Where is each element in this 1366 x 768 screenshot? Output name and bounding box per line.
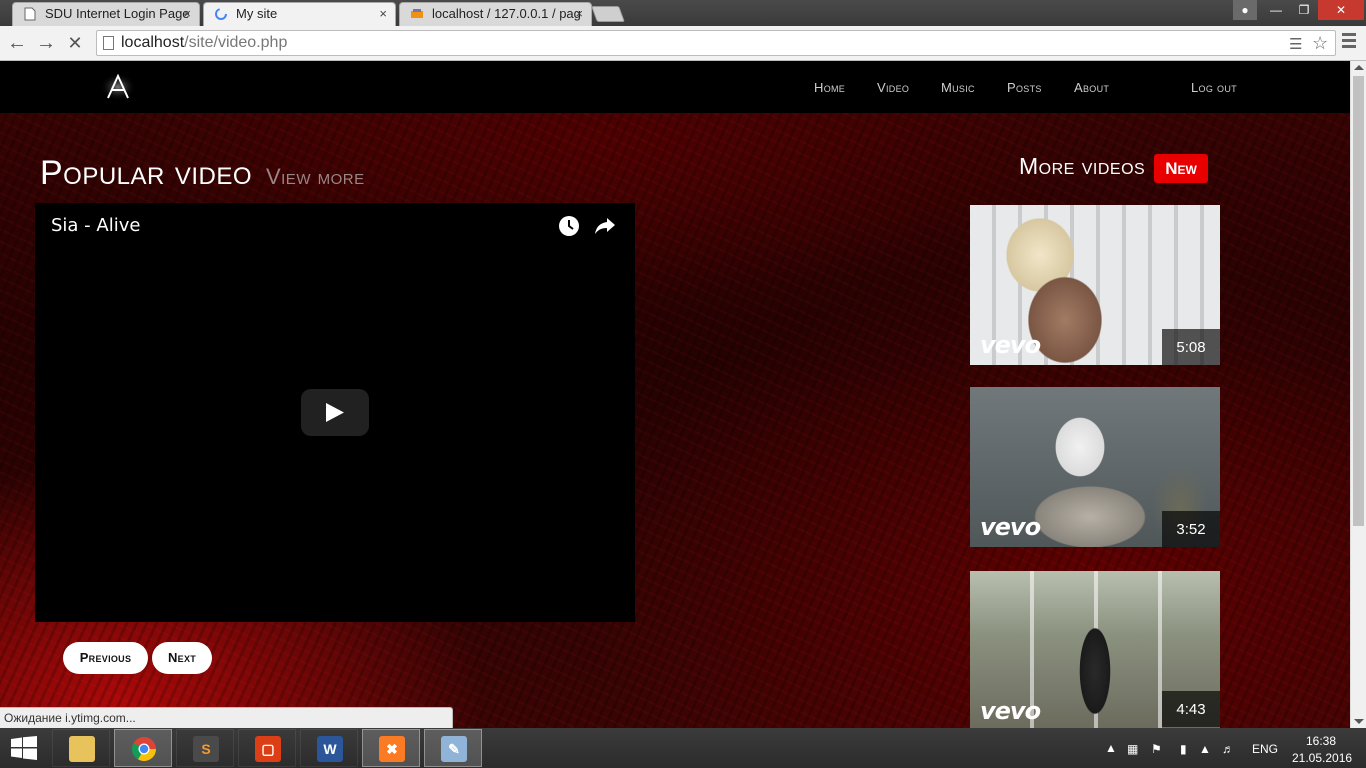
close-icon[interactable]: ×: [183, 3, 191, 25]
taskbar-file-explorer[interactable]: [52, 729, 110, 767]
share-icon[interactable]: [594, 216, 616, 236]
chrome-icon: [131, 737, 156, 762]
close-icon[interactable]: ×: [379, 3, 387, 25]
taskbar-word[interactable]: W: [300, 729, 358, 767]
nav-video[interactable]: Video: [877, 80, 909, 95]
word-icon: W: [317, 736, 343, 762]
watch-later-icon[interactable]: [558, 215, 580, 237]
page-title: Popular video View more: [40, 154, 365, 193]
windows-flag-tray-icon[interactable]: ▦: [1127, 742, 1138, 756]
folder-icon: [69, 736, 95, 762]
clock-time[interactable]: 16:38: [1306, 734, 1336, 748]
nav-logout[interactable]: Log out: [1191, 80, 1237, 95]
play-button[interactable]: [301, 389, 369, 436]
tab-label: My site: [236, 6, 278, 21]
scroll-up-icon[interactable]: [1354, 65, 1364, 70]
previous-button[interactable]: Previous: [63, 642, 148, 674]
paint-icon: ✎: [441, 736, 467, 762]
vevo-logo: vevo: [980, 513, 1041, 541]
loading-spinner-icon: [215, 8, 227, 20]
video-thumbnail[interactable]: vevo 3:52: [970, 387, 1220, 547]
url-bar[interactable]: localhost/site/video.php ☰ ☆: [96, 30, 1336, 56]
browser-tab-strip: SDU Internet Login Page × My site × loca…: [0, 0, 1366, 26]
action-center-flag-icon[interactable]: ⚑: [1151, 742, 1162, 756]
nav-music[interactable]: Music: [941, 80, 975, 95]
taskbar-sublime-text[interactable]: S: [176, 729, 234, 767]
tab-label: SDU Internet Login Page: [45, 6, 190, 21]
nav-posts[interactable]: Posts: [1007, 80, 1042, 95]
site-logo-icon[interactable]: [100, 72, 136, 102]
video-player[interactable]: Sia - Alive: [35, 203, 635, 622]
windows-start-icon[interactable]: [10, 736, 38, 760]
scroll-down-icon[interactable]: [1354, 719, 1364, 724]
window-close-icon[interactable]: ✕: [1318, 0, 1364, 20]
tab-phpmyadmin[interactable]: localhost / 127.0.0.1 / pag ×: [399, 2, 592, 26]
tab-label: localhost / 127.0.0.1 / pag: [432, 6, 581, 21]
show-hidden-icons-icon[interactable]: ▲: [1105, 741, 1117, 755]
back-icon[interactable]: ←: [6, 32, 28, 54]
site-navbar: Home Video Music Posts About Log out: [0, 61, 1350, 113]
loading-status-text: Ожидание i.ytimg.com...: [0, 707, 453, 728]
bookmark-star-icon[interactable]: ☆: [1312, 33, 1328, 54]
vevo-logo: vevo: [980, 697, 1041, 725]
view-more-link[interactable]: View more: [266, 164, 365, 189]
nav-about[interactable]: About: [1074, 80, 1109, 95]
tab-sdu-login[interactable]: SDU Internet Login Page ×: [12, 2, 200, 26]
vevo-logo: vevo: [980, 331, 1041, 359]
network-signal-icon[interactable]: ▲: [1199, 742, 1211, 756]
page-icon: [24, 7, 36, 21]
phpmyadmin-icon: [411, 9, 423, 18]
play-icon: [326, 403, 344, 422]
taskbar-xampp[interactable]: ✖: [362, 729, 420, 767]
video-duration: 4:43: [1162, 691, 1220, 727]
url-text[interactable]: localhost/site/video.php: [121, 34, 287, 52]
office-icon: ▢: [255, 736, 281, 762]
video-duration: 5:08: [1162, 329, 1220, 365]
tab-my-site[interactable]: My site ×: [203, 2, 396, 26]
sublime-icon: S: [193, 736, 219, 762]
video-thumbnail[interactable]: vevo 5:08: [970, 205, 1220, 365]
page-scrollbar[interactable]: [1350, 61, 1366, 728]
xampp-icon: ✖: [379, 736, 405, 762]
taskbar-paint[interactable]: ✎: [424, 729, 482, 767]
address-toolbar: ← → ✕ localhost/site/video.php ☰ ☆: [0, 26, 1366, 61]
nav-home[interactable]: Home: [814, 80, 845, 95]
section-title-text: Popular video: [40, 154, 253, 192]
url-path: /site/video.php: [184, 34, 288, 51]
restore-icon[interactable]: ❐: [1290, 0, 1318, 20]
taskbar-chrome[interactable]: [114, 729, 172, 767]
new-tab-button[interactable]: [591, 6, 625, 22]
translate-icon[interactable]: ☰: [1289, 35, 1302, 53]
more-videos-title: More videos: [1019, 153, 1146, 179]
browser-menu-icon[interactable]: [1342, 33, 1356, 51]
minimize-icon[interactable]: —: [1262, 0, 1290, 20]
video-title[interactable]: Sia - Alive: [51, 215, 140, 236]
video-duration: 3:52: [1162, 511, 1220, 547]
user-profile-icon[interactable]: ●: [1233, 0, 1257, 20]
input-language[interactable]: ENG: [1252, 742, 1278, 756]
page-viewport: Home Video Music Posts About Log out Pop…: [0, 61, 1350, 728]
close-icon[interactable]: ×: [575, 3, 583, 25]
taskbar-office[interactable]: ▢: [238, 729, 296, 767]
url-host: localhost: [121, 34, 185, 51]
next-button[interactable]: Next: [152, 642, 212, 674]
page-info-icon[interactable]: [103, 36, 114, 50]
new-badge: New: [1154, 154, 1208, 183]
stop-loading-icon[interactable]: ✕: [64, 32, 86, 54]
windows-taskbar: S ▢ W ✖ ✎ ▲ ▦ ⚑ ▮ ▲ ♬ ENG 16:38 21.05.20…: [0, 728, 1366, 768]
battery-icon[interactable]: ▮: [1180, 742, 1187, 756]
volume-icon[interactable]: ♬: [1222, 742, 1234, 756]
clock-date[interactable]: 21.05.2016: [1292, 751, 1352, 765]
video-thumbnail[interactable]: vevo 4:43: [970, 571, 1220, 728]
scrollbar-thumb[interactable]: [1353, 76, 1364, 526]
forward-icon[interactable]: →: [35, 32, 57, 54]
